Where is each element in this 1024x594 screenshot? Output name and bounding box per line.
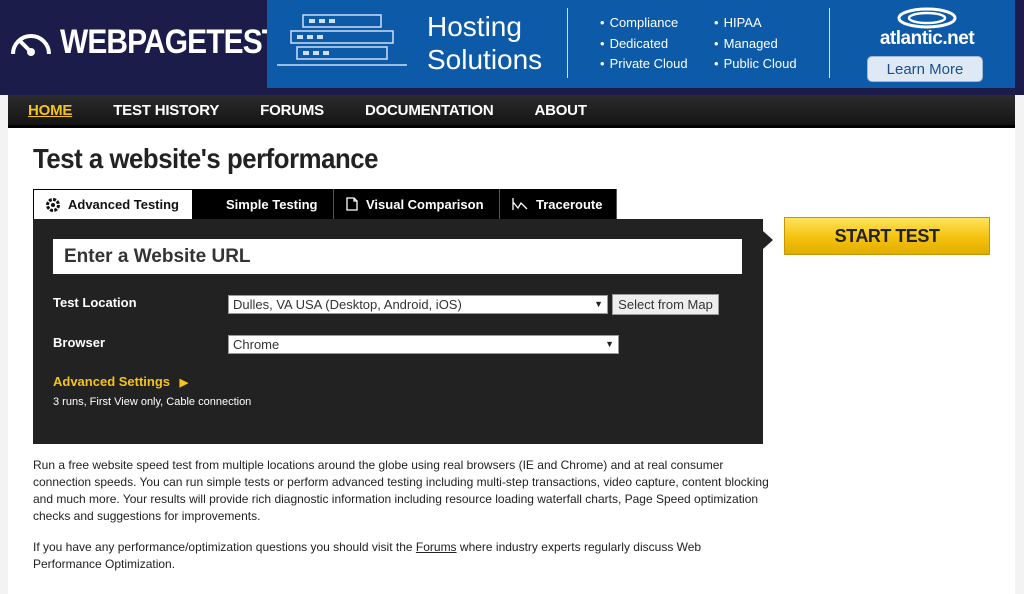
nav-forums[interactable]: FORUMS xyxy=(260,102,324,119)
dropdown-arrow-icon: ▼ xyxy=(594,299,603,309)
nav-home[interactable]: HOME xyxy=(28,102,72,119)
advanced-settings-summary: 3 runs, First View only, Cable connectio… xyxy=(53,396,252,408)
browser-label: Browser xyxy=(53,335,106,350)
logo-text: WEBPAGETEST xyxy=(60,22,280,61)
banner-bullets-left: Compliance Dedicated Private Cloud xyxy=(600,13,688,75)
banner-title: Hosting Solutions xyxy=(427,11,543,75)
forums-paragraph: If you have any performance/optimization… xyxy=(33,540,702,571)
hosting-ad-banner[interactable]: Hosting Solutions Compliance Dedicated P… xyxy=(267,0,1015,88)
nav-test-history[interactable]: TEST HISTORY xyxy=(113,102,219,119)
select-from-map-button[interactable]: Select from Map xyxy=(612,294,719,315)
test-form: Test Location Dulles, VA USA (Desktop, A… xyxy=(33,219,763,444)
speedometer-icon xyxy=(11,34,51,56)
tab-advanced-testing[interactable]: Advanced Testing xyxy=(33,189,193,219)
server-rack-icon xyxy=(277,14,407,66)
learn-more-button[interactable]: Learn More xyxy=(867,56,983,82)
document-icon xyxy=(346,197,358,211)
nav-documentation[interactable]: DOCUMENTATION xyxy=(365,102,494,119)
webpagetest-logo[interactable]: WEBPAGETEST xyxy=(8,22,309,62)
forums-link[interactable]: Forums xyxy=(416,540,457,554)
tab-simple-testing[interactable]: Simple Testing xyxy=(193,189,334,219)
main-nav: HOME TEST HISTORY FORUMS DOCUMENTATION A… xyxy=(8,95,1015,128)
browser-select[interactable]: Chrome ▼ xyxy=(228,335,619,354)
gear-icon xyxy=(46,197,60,212)
banner-bullets-right: HIPAA Managed Public Cloud xyxy=(714,13,797,75)
atlantic-brand: atlantic.net xyxy=(879,28,975,49)
site-header: WEBPAGETEST Hosting Solutions Compliance… xyxy=(0,0,1024,95)
traceroute-icon xyxy=(512,198,528,210)
test-location-select[interactable]: Dulles, VA USA (Desktop, Android, iOS) ▼ xyxy=(228,295,608,314)
tab-visual-comparison[interactable]: Visual Comparison xyxy=(334,189,500,219)
test-tabs: Advanced Testing Simple Testing Visual C… xyxy=(33,189,617,219)
banner-divider xyxy=(829,8,830,78)
advanced-settings-toggle[interactable]: Advanced Settings ▶ xyxy=(53,374,188,389)
url-input[interactable] xyxy=(53,239,742,274)
tab-traceroute[interactable]: Traceroute xyxy=(500,189,617,219)
banner-divider xyxy=(567,8,568,78)
pointer-arrow-icon xyxy=(763,231,773,249)
dropdown-arrow-icon: ▼ xyxy=(605,339,614,349)
test-location-label: Test Location xyxy=(53,295,137,310)
start-test-button[interactable]: START TEST xyxy=(784,217,990,255)
triangle-right-icon: ▶ xyxy=(179,377,189,389)
description-paragraph: Run a free website speed test from multi… xyxy=(33,458,769,523)
page-title: Test a website's performance xyxy=(33,143,378,174)
nav-about[interactable]: ABOUT xyxy=(534,102,587,119)
main-content: Test a website's performance Advanced Te… xyxy=(8,128,1015,594)
